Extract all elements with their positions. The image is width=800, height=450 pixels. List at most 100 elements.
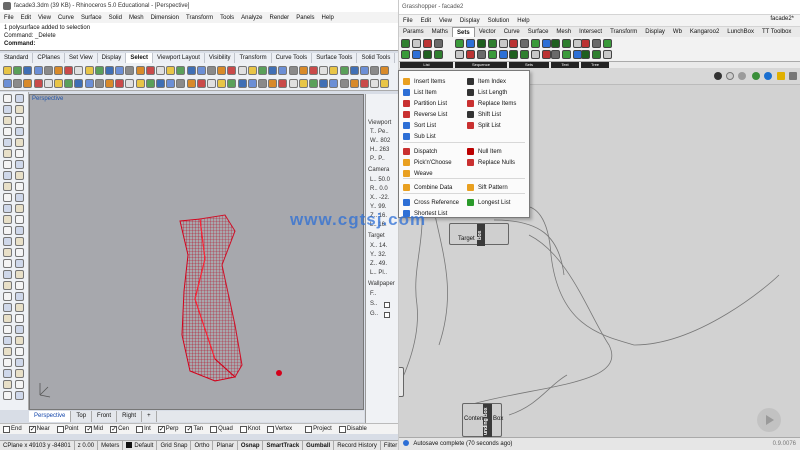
toolbar-tool-icon[interactable] xyxy=(370,66,380,75)
osnap-checkbox[interactable] xyxy=(157,425,165,433)
sidebar-tool-icon[interactable] xyxy=(15,391,24,400)
toolbar-tool-icon[interactable] xyxy=(135,79,145,88)
toolbar-tool-icon[interactable] xyxy=(319,79,329,88)
add-viewport-tab-button[interactable]: + xyxy=(142,411,157,422)
menu-item-list-length[interactable]: List Length xyxy=(467,88,507,97)
menu-item-insert-items[interactable]: Insert Items xyxy=(403,77,445,86)
sidebar-tool-icon[interactable] xyxy=(3,149,12,158)
sidebar-tool-icon[interactable] xyxy=(3,215,12,224)
toolbar-tool-icon[interactable] xyxy=(349,79,359,88)
gh-component-icon[interactable] xyxy=(466,50,475,59)
toolbar-tool-icon[interactable] xyxy=(176,79,186,88)
toolbar-tool-icon[interactable] xyxy=(196,79,206,88)
toolbar-tool-icon[interactable] xyxy=(176,66,186,75)
gh-component-icon[interactable] xyxy=(455,39,464,48)
toolbar-tool-icon[interactable] xyxy=(278,79,288,88)
document-preview-icon[interactable] xyxy=(764,72,772,80)
menu-item-shift-list[interactable]: Shift List xyxy=(467,110,501,119)
box-port-label[interactable]: Box xyxy=(493,416,503,422)
sidebar-tool-icon[interactable] xyxy=(15,160,24,169)
tab-select[interactable]: Select xyxy=(126,53,153,63)
gh-tab-wb[interactable]: Wb xyxy=(669,27,686,37)
status-toggle-ortho[interactable]: Ortho xyxy=(191,440,214,450)
toolbar-tool-icon[interactable] xyxy=(84,79,94,88)
sidebar-tool-icon[interactable] xyxy=(3,171,12,180)
prop-target-y[interactable]: Y.. 32. xyxy=(370,252,387,258)
rhino-menu-dimension[interactable]: Dimension xyxy=(151,15,179,21)
prop-target-x[interactable]: X.. 14. xyxy=(370,243,387,249)
gh-tab-kangaroo2[interactable]: Kangaroo2 xyxy=(686,27,723,37)
toolbar-tool-icon[interactable] xyxy=(125,66,135,75)
toolbar-tool-icon[interactable] xyxy=(268,66,278,75)
rhino-menu-view[interactable]: View xyxy=(38,15,51,21)
toolbar-tool-icon[interactable] xyxy=(380,66,390,75)
sidebar-tool-icon[interactable] xyxy=(3,138,12,147)
rhino-menu-edit[interactable]: Edit xyxy=(21,15,31,21)
osnap-point[interactable]: Point xyxy=(56,425,78,433)
sidebar-tool-icon[interactable] xyxy=(15,127,24,136)
gh-tab-transform[interactable]: Transform xyxy=(606,27,641,37)
gh-component-icon[interactable] xyxy=(401,50,410,59)
menu-item-sort-list[interactable]: Sort List xyxy=(403,121,436,130)
gh-component-icon[interactable] xyxy=(592,39,601,48)
osnap-checkbox[interactable] xyxy=(110,425,118,433)
sidebar-tool-icon[interactable] xyxy=(15,116,24,125)
gh-component-icon[interactable] xyxy=(531,50,540,59)
sidebar-tool-icon[interactable] xyxy=(3,160,12,169)
toolbar-tool-icon[interactable] xyxy=(145,66,155,75)
tab-top[interactable]: Top xyxy=(71,411,93,422)
wallpaper-show-checkbox[interactable] xyxy=(384,302,390,308)
toolbar-tool-icon[interactable] xyxy=(156,79,165,88)
osnap-checkbox[interactable] xyxy=(85,425,93,433)
toolbar-tool-icon[interactable] xyxy=(227,66,237,75)
preview-wireframe-icon[interactable] xyxy=(726,72,734,80)
menu-item-pick-n-choose[interactable]: Pick'n'Choose xyxy=(403,158,452,167)
gh-component-icon[interactable] xyxy=(499,50,508,59)
gh-component-icon[interactable] xyxy=(520,39,529,48)
prop-lens[interactable]: L.. 50.0 xyxy=(370,177,390,183)
preview-shaded-icon[interactable] xyxy=(738,72,746,80)
sidebar-tool-icon[interactable] xyxy=(3,281,12,290)
toolbar-tool-icon[interactable] xyxy=(360,66,369,75)
target-port-label[interactable]: Target xyxy=(458,236,475,242)
toolbar-tool-icon[interactable] xyxy=(64,79,74,88)
sidebar-tool-icon[interactable] xyxy=(15,270,24,279)
gh-tab-sets[interactable]: Sets xyxy=(452,26,475,38)
osnap-checkbox[interactable] xyxy=(239,425,247,433)
sidebar-tool-icon[interactable] xyxy=(15,138,24,147)
toolbar-tool-icon[interactable] xyxy=(3,66,12,75)
rhino-menu-tools[interactable]: Tools xyxy=(220,15,234,21)
gh-component-icon[interactable] xyxy=(488,39,497,48)
gh-component-icon[interactable] xyxy=(401,39,410,48)
gh-component-icon[interactable] xyxy=(592,50,601,59)
toolbar-tool-icon[interactable] xyxy=(33,66,43,75)
menu-item-null-item[interactable]: Null Item xyxy=(467,147,502,156)
prop-target-l[interactable]: L.. Pl.. xyxy=(370,270,387,276)
prop-wallpaper-show[interactable]: S.. xyxy=(370,301,377,307)
toolbar-tool-icon[interactable] xyxy=(145,79,155,88)
menu-item-list-item[interactable]: List Item xyxy=(403,88,437,97)
menu-item-longest-list[interactable]: Longest List xyxy=(467,198,510,207)
status-toggle-record-history[interactable]: Record History xyxy=(334,440,381,450)
toolbar-tool-icon[interactable] xyxy=(258,79,267,88)
sidebar-tool-icon[interactable] xyxy=(15,292,24,301)
tab-set-view[interactable]: Set View xyxy=(65,53,98,63)
gh-component-icon[interactable] xyxy=(531,39,540,48)
osnap-tan[interactable]: Tan xyxy=(185,425,203,433)
toolbar-tool-icon[interactable] xyxy=(3,79,12,88)
sidebar-tool-icon[interactable] xyxy=(3,248,12,257)
osnap-cen[interactable]: Cen xyxy=(110,425,129,433)
rhino-menu-curve[interactable]: Curve xyxy=(58,15,74,21)
sidebar-tool-icon[interactable] xyxy=(15,325,24,334)
gh-component-icon[interactable] xyxy=(603,50,612,59)
tab-perspective[interactable]: Perspective xyxy=(29,411,72,422)
sidebar-tool-icon[interactable] xyxy=(3,292,12,301)
toolbar-tool-icon[interactable] xyxy=(309,79,318,88)
toolbar-tool-icon[interactable] xyxy=(349,66,359,75)
gh-component-icon[interactable] xyxy=(488,50,497,59)
sidebar-tool-icon[interactable] xyxy=(3,358,12,367)
osnap-end[interactable]: End xyxy=(3,425,22,433)
toolbar-tool-icon[interactable] xyxy=(105,66,114,75)
gh-menu-view[interactable]: View xyxy=(439,18,452,24)
tab-surface-tools[interactable]: Surface Tools xyxy=(312,53,358,63)
